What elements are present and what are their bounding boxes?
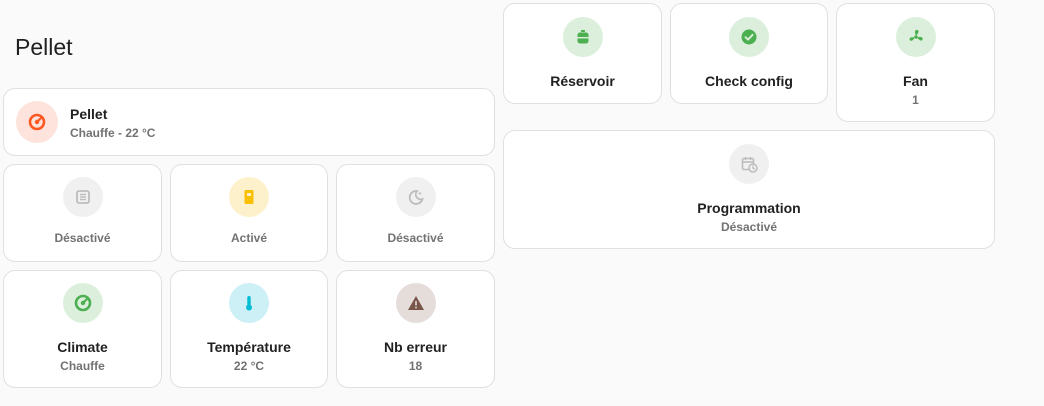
climate-state: Chauffe xyxy=(60,359,105,373)
pellet-card[interactable]: Pellet Chauffe - 22 °C xyxy=(3,88,495,156)
programmation-tile[interactable]: Programmation Désactivé xyxy=(503,130,995,249)
programmation-name: Programmation xyxy=(697,200,801,216)
fan-tile[interactable]: Fan 1 xyxy=(836,3,995,122)
pellet-state: Chauffe - 22 °C xyxy=(70,125,156,140)
pellet-name: Pellet xyxy=(70,105,108,122)
climate-name: Climate xyxy=(57,339,108,355)
stove-icon xyxy=(229,177,269,217)
stove-tile[interactable]: Activé xyxy=(170,164,328,262)
stove-state: Activé xyxy=(230,231,268,245)
reservoir-tile[interactable]: Réservoir xyxy=(503,3,662,104)
temperature-state: 22 °C xyxy=(233,359,265,373)
reservoir-name: Réservoir xyxy=(550,73,615,89)
temperature-name: Température xyxy=(207,339,291,355)
thermostat-dial-icon xyxy=(62,283,103,323)
fan-state: 1 xyxy=(912,93,919,107)
error-count-state: 18 xyxy=(408,359,423,373)
thermometer-icon xyxy=(229,283,269,323)
calendar-clock-icon xyxy=(729,144,769,184)
error-count-tile[interactable]: Nb erreur 18 xyxy=(336,270,495,388)
check-circle-icon xyxy=(729,17,769,57)
programmation-state: Désactivé xyxy=(720,220,778,234)
check-config-name: Check config xyxy=(705,73,793,89)
section-title: Pellet xyxy=(15,34,73,60)
check-config-tile[interactable]: Check config xyxy=(670,3,828,104)
radiator-tile[interactable]: Désactivé xyxy=(3,164,162,262)
night-mode-tile[interactable]: Désactivé xyxy=(336,164,495,262)
error-count-name: Nb erreur xyxy=(383,339,448,355)
thermostat-dial-icon xyxy=(16,101,58,143)
climate-tile[interactable]: Climate Chauffe xyxy=(3,270,162,388)
temperature-tile[interactable]: Température 22 °C xyxy=(170,270,328,388)
moon-icon xyxy=(395,177,436,217)
night-mode-state: Désactivé xyxy=(387,231,444,245)
alert-icon xyxy=(395,283,436,323)
fan-icon xyxy=(895,17,936,57)
tank-icon xyxy=(562,17,603,57)
radiator-icon xyxy=(62,177,103,217)
fan-name: Fan xyxy=(903,73,928,89)
radiator-state: Désactivé xyxy=(54,231,111,245)
